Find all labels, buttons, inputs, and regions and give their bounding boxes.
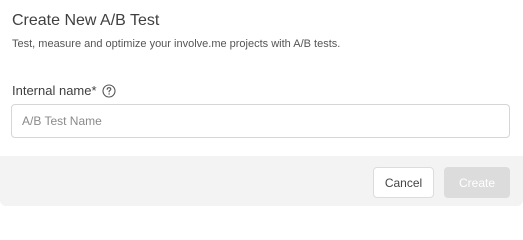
cancel-button[interactable]: Cancel xyxy=(373,167,434,198)
internal-name-label: Internal name* xyxy=(12,83,97,98)
create-ab-test-dialog: Create New A/B Test Test, measure and op… xyxy=(0,0,523,206)
question-circle-icon[interactable] xyxy=(102,84,116,98)
create-button[interactable]: Create xyxy=(444,167,510,198)
internal-name-input[interactable] xyxy=(11,104,510,138)
internal-name-label-row: Internal name* xyxy=(12,83,116,99)
dialog-title: Create New A/B Test xyxy=(12,12,160,29)
dialog-footer: Cancel Create xyxy=(0,156,523,206)
dialog-subtitle: Test, measure and optimize your involve.… xyxy=(12,38,341,50)
